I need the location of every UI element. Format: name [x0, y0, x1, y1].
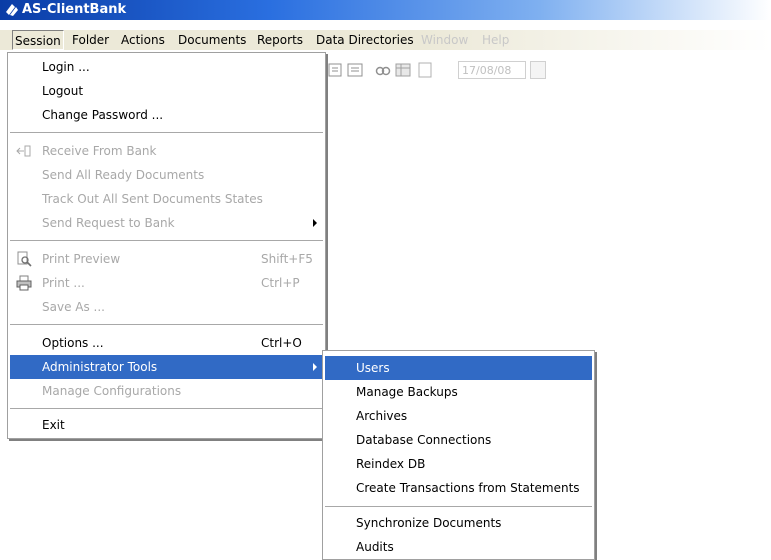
menu-item-label: Audits	[356, 540, 394, 554]
menu-item-label: Administrator Tools	[42, 360, 158, 374]
shortcut-label: Shift+F5	[261, 252, 313, 266]
menu-documents[interactable]: Documents	[178, 33, 246, 47]
menu-item-administrator-tools[interactable]: Administrator Tools	[10, 355, 323, 379]
menu-item-label: Receive From Bank	[42, 144, 157, 158]
menu-item-options[interactable]: Options ... Ctrl+O	[10, 331, 323, 355]
admin-tools-submenu: Users Manage Backups Archives Database C…	[322, 350, 595, 560]
menu-item-label: Save As ...	[42, 300, 105, 314]
window-title: AS-ClientBank	[22, 2, 127, 17]
menu-item-label: Print ...	[42, 276, 85, 290]
menu-item-label: Options ...	[42, 336, 104, 350]
menu-item-print[interactable]: Print ... Ctrl+P	[10, 271, 323, 295]
menu-bar: Session Folder Actions Documents Reports…	[0, 30, 771, 50]
menu-actions[interactable]: Actions	[121, 33, 165, 47]
submenu-arrow-icon	[313, 219, 317, 227]
menu-item-label: Login ...	[42, 60, 90, 74]
app-logo-icon	[6, 4, 18, 16]
menu-item-print-preview[interactable]: Print Preview Shift+F5	[10, 247, 323, 271]
receive-icon	[16, 145, 31, 157]
title-bar: AS-ClientBank	[0, 0, 771, 20]
menu-window[interactable]: Window	[421, 33, 468, 47]
shortcut-label: Ctrl+P	[261, 276, 300, 290]
toolbar-list-icon[interactable]	[346, 61, 364, 79]
submenu-arrow-icon	[313, 363, 317, 371]
menu-separator	[10, 132, 323, 136]
toolbar-receive-icon[interactable]	[326, 61, 344, 79]
submenu-item-database-connections[interactable]: Database Connections	[325, 428, 592, 452]
toolbar-table-icon[interactable]	[394, 61, 412, 79]
session-menu: Login ... Logout Change Password ... Rec…	[7, 52, 326, 439]
menu-item-label: Print Preview	[42, 252, 121, 266]
menu-item-label: Create Transactions from Statements	[356, 481, 580, 495]
menu-item-send-request[interactable]: Send Request to Bank	[10, 211, 323, 235]
menu-item-label: Archives	[356, 409, 408, 423]
menu-help[interactable]: Help	[482, 33, 509, 47]
toolbar: 17/08/08	[320, 57, 771, 83]
menu-item-label: Logout	[42, 84, 84, 98]
menu-separator	[10, 408, 323, 412]
menu-item-label: Manage Backups	[356, 385, 458, 399]
menu-item-send-all-ready[interactable]: Send All Ready Documents	[10, 163, 323, 187]
menu-item-logout[interactable]: Logout	[10, 79, 323, 103]
printer-icon	[16, 275, 32, 291]
submenu-item-archives[interactable]: Archives	[325, 404, 592, 428]
toolbar-page-icon[interactable]	[416, 61, 434, 79]
menu-item-login[interactable]: Login ...	[10, 55, 323, 79]
menu-item-label: Manage Configurations	[42, 384, 182, 398]
menu-folder[interactable]: Folder	[72, 33, 109, 47]
menu-item-label: Send All Ready Documents	[42, 168, 205, 182]
submenu-item-users[interactable]: Users	[325, 356, 592, 380]
submenu-item-audits[interactable]: Audits	[325, 535, 592, 559]
menu-reports[interactable]: Reports	[257, 33, 303, 47]
submenu-item-create-transactions[interactable]: Create Transactions from Statements	[325, 476, 592, 500]
menu-item-label: Change Password ...	[42, 108, 164, 122]
menu-item-receive-from-bank[interactable]: Receive From Bank	[10, 139, 323, 163]
menu-item-track-out[interactable]: Track Out All Sent Documents States	[10, 187, 323, 211]
menu-separator	[10, 324, 323, 328]
menu-data-directories[interactable]: Data Directories	[316, 33, 414, 47]
date-dropdown-button[interactable]	[530, 61, 546, 79]
toolbar-find-icon[interactable]	[374, 61, 392, 79]
menu-item-label: Send Request to Bank	[42, 216, 175, 230]
menu-session[interactable]: Session	[12, 30, 64, 50]
menu-item-label: Users	[356, 361, 390, 375]
submenu-item-synchronize-documents[interactable]: Synchronize Documents	[325, 511, 592, 535]
print-preview-icon	[17, 251, 32, 267]
shortcut-label: Ctrl+O	[261, 336, 302, 350]
menu-item-manage-configurations[interactable]: Manage Configurations	[10, 379, 323, 403]
menu-item-label: Database Connections	[356, 433, 492, 447]
menu-separator	[325, 506, 592, 510]
menu-item-exit[interactable]: Exit	[10, 413, 323, 437]
menu-item-change-password[interactable]: Change Password ...	[10, 103, 323, 127]
menu-item-label: Track Out All Sent Documents States	[42, 192, 263, 206]
menu-item-save-as[interactable]: Save As ...	[10, 295, 323, 319]
menu-item-label: Exit	[42, 418, 65, 432]
submenu-item-manage-backups[interactable]: Manage Backups	[325, 380, 592, 404]
submenu-item-reindex-db[interactable]: Reindex DB	[325, 452, 592, 476]
date-field[interactable]: 17/08/08	[458, 61, 526, 79]
menu-item-label: Synchronize Documents	[356, 516, 502, 530]
menu-separator	[10, 240, 323, 244]
menu-item-label: Reindex DB	[356, 457, 426, 471]
